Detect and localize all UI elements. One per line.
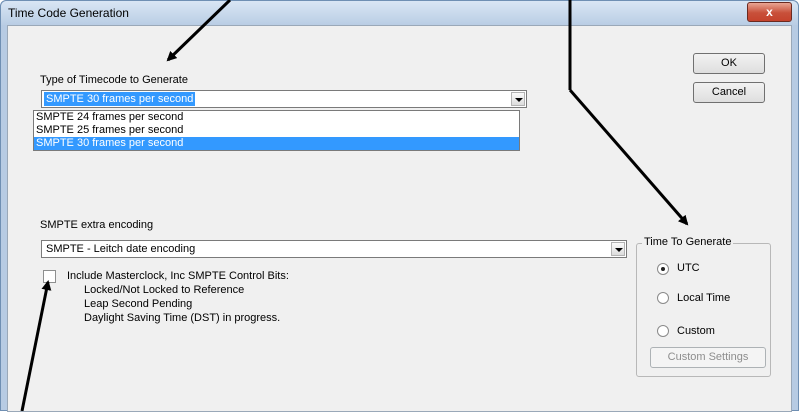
extra-encoding-label: SMPTE extra encoding — [40, 219, 154, 231]
cancel-button[interactable]: Cancel — [693, 82, 765, 103]
control-bits-item: Locked/Not Locked to Reference — [84, 284, 245, 296]
dropdown-option[interactable]: SMPTE 30 frames per second — [34, 137, 519, 150]
custom-settings-button[interactable]: Custom Settings — [650, 347, 766, 368]
utc-radio-label: UTC — [677, 262, 700, 274]
timecode-type-label: Type of Timecode to Generate — [40, 74, 188, 86]
timecode-type-select[interactable]: SMPTE 30 frames per second — [41, 90, 527, 108]
control-bits-item: Daylight Saving Time (DST) in progress. — [84, 312, 281, 324]
timecode-type-dropdown-list: SMPTE 24 frames per second SMPTE 25 fram… — [33, 110, 520, 151]
timecode-type-value: SMPTE 30 frames per second — [44, 92, 196, 106]
title-bar[interactable]: Time Code Generation x — [1, 1, 798, 25]
dropdown-option[interactable]: SMPTE 25 frames per second — [34, 124, 519, 137]
ok-button[interactable]: OK — [693, 53, 765, 74]
time-to-generate-label: Time To Generate — [642, 236, 734, 248]
control-bits-label: Include Masterclock, Inc SMPTE Control B… — [67, 270, 289, 282]
utc-radio[interactable] — [657, 263, 669, 275]
close-button[interactable]: x — [747, 2, 792, 22]
control-bits-item: Leap Second Pending — [84, 298, 193, 310]
extra-encoding-value: SMPTE - Leitch date encoding — [46, 243, 196, 255]
local-time-radio[interactable] — [657, 292, 669, 304]
custom-radio[interactable] — [657, 325, 669, 337]
extra-encoding-select[interactable]: SMPTE - Leitch date encoding — [41, 240, 627, 258]
dropdown-option[interactable]: SMPTE 24 frames per second — [34, 111, 519, 124]
window-title: Time Code Generation — [8, 6, 129, 20]
chevron-down-icon[interactable] — [611, 242, 625, 256]
chevron-down-icon[interactable] — [511, 92, 525, 106]
custom-radio-label: Custom — [677, 325, 715, 337]
control-bits-checkbox[interactable] — [43, 270, 56, 283]
local-time-radio-label: Local Time — [677, 292, 731, 304]
